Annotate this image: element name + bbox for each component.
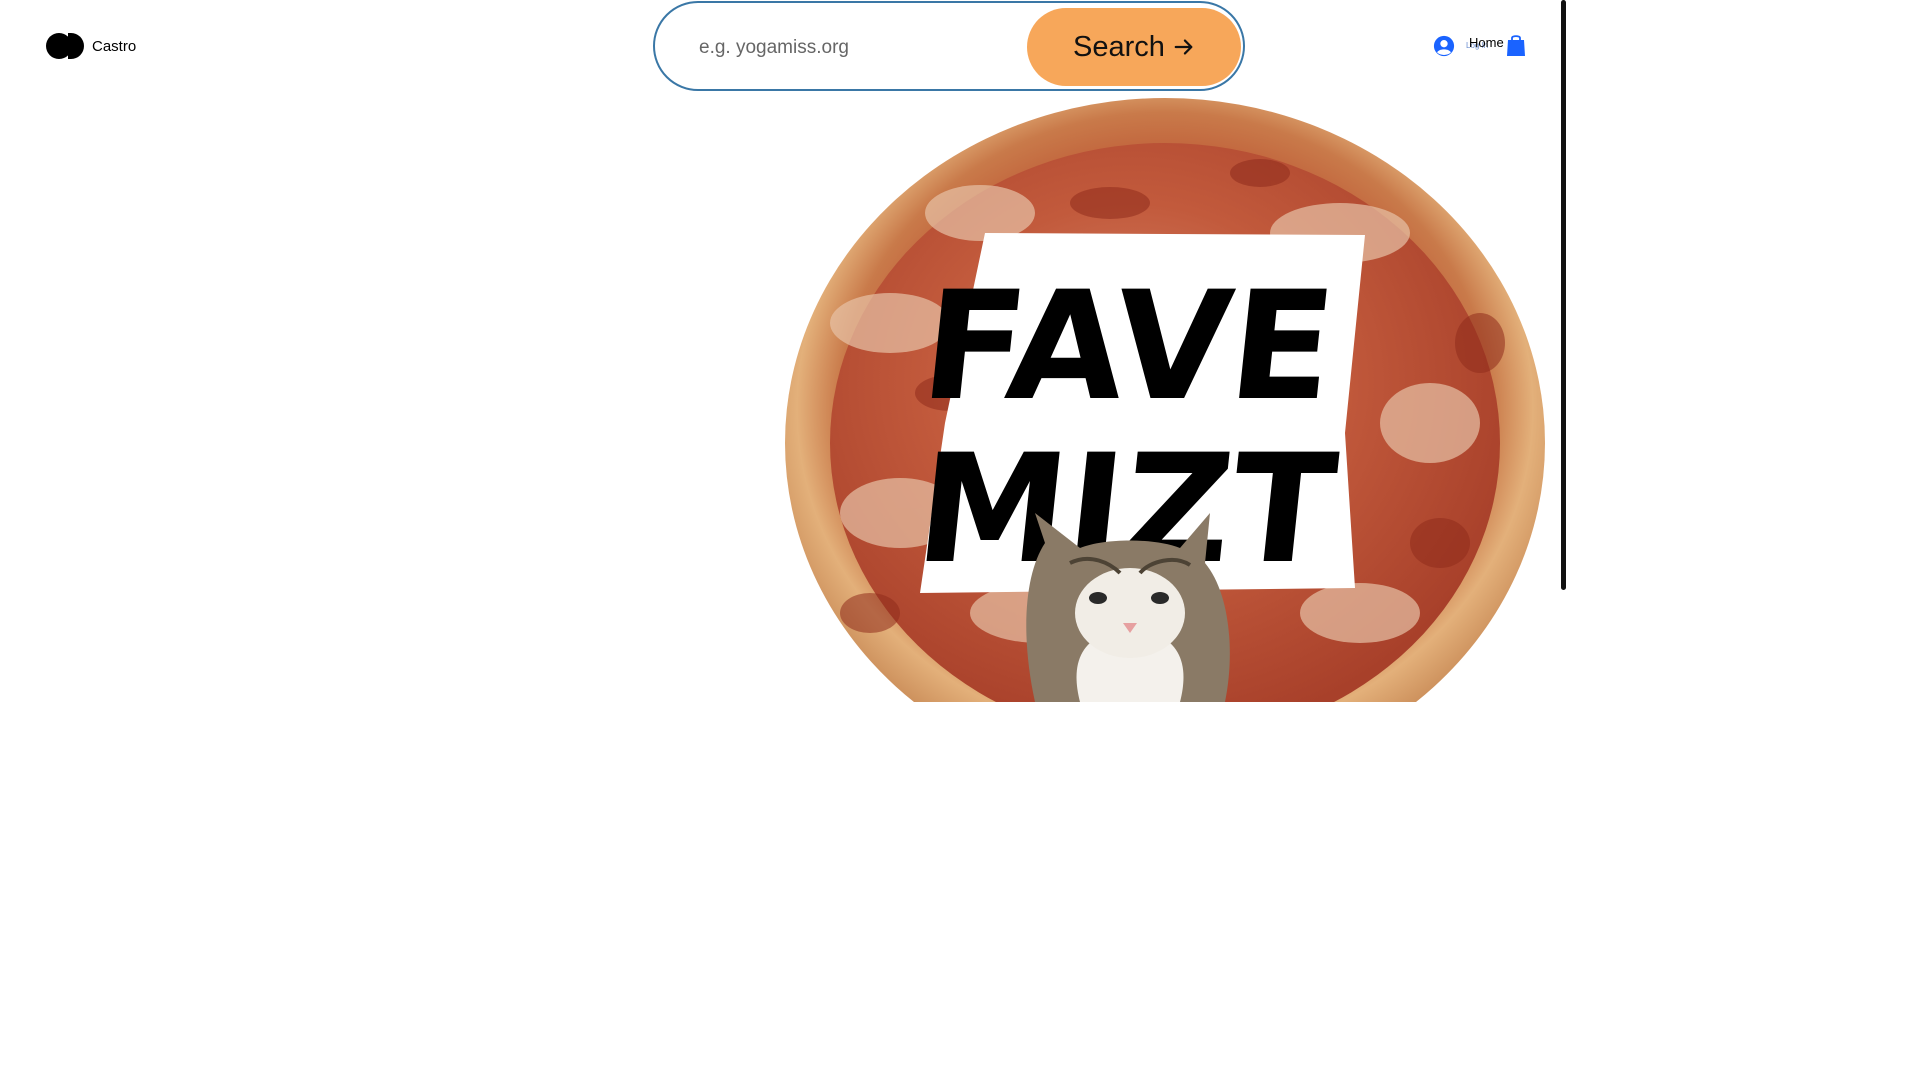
search-button[interactable]: Search <box>1027 8 1241 86</box>
page: Castro Search Log In Home <box>0 0 1568 882</box>
user-avatar-icon[interactable] <box>1433 35 1455 57</box>
hero-image: FAVE MIZT <box>780 93 1560 702</box>
search-button-label: Search <box>1073 30 1165 63</box>
shopping-bag-icon[interactable] <box>1506 33 1526 57</box>
cat <box>1026 513 1230 702</box>
search-bar: Search <box>653 1 1245 91</box>
pizza-cat-illustration: FAVE MIZT <box>780 93 1560 702</box>
search-input[interactable] <box>697 27 1021 69</box>
sign-text-line1: FAVE <box>914 259 1342 434</box>
home-link[interactable]: Home <box>1469 35 1504 50</box>
arrow-right-icon <box>1174 39 1193 55</box>
brand-name: Castro <box>92 37 137 55</box>
brand-logo-icon <box>46 33 84 59</box>
scrollbar[interactable] <box>1561 0 1566 590</box>
brand[interactable]: Castro <box>46 33 136 59</box>
